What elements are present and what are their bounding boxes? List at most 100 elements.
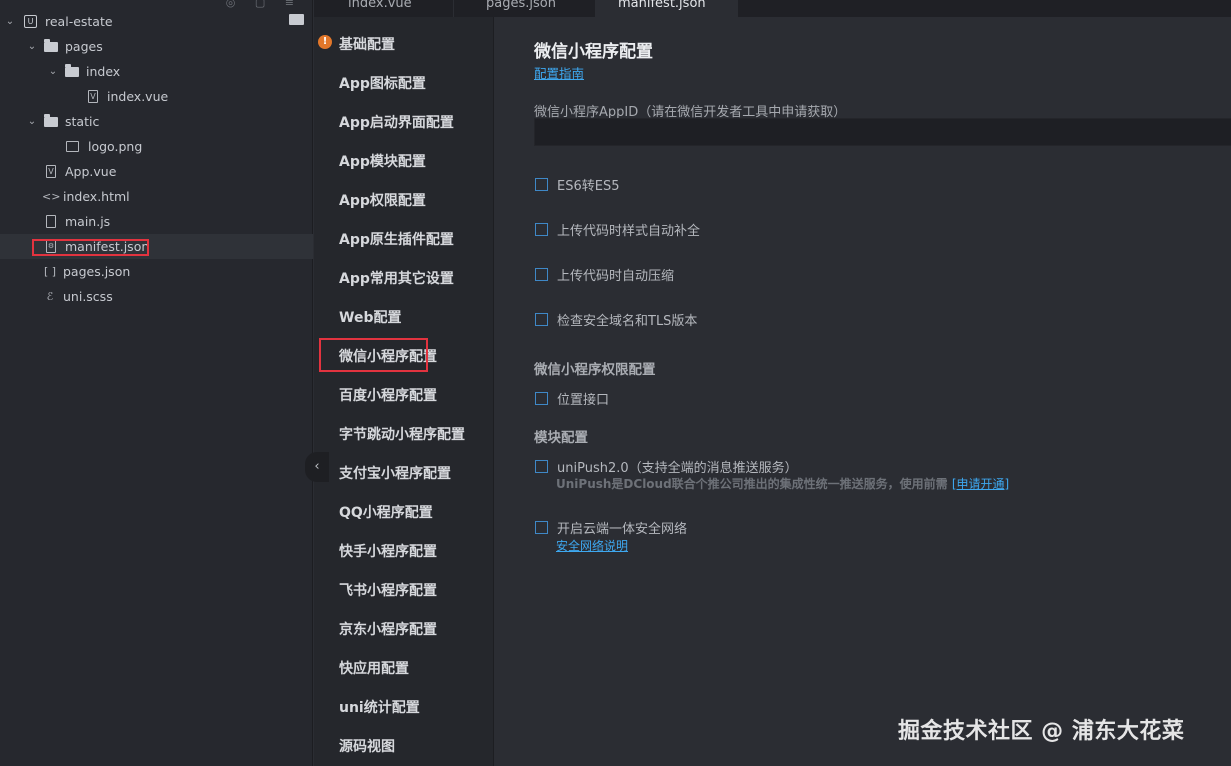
tab-label: manifest.json: [618, 0, 706, 11]
tree-file-app-vue[interactable]: V App.vue: [0, 159, 313, 184]
nav-item-app-other[interactable]: App常用其它设置: [339, 268, 454, 288]
option-style-autoprefix[interactable]: 上传代码时样式自动补全: [535, 220, 700, 239]
js-file-icon: [46, 215, 56, 228]
option-label: uniPush2.0（支持全端的消息推送服务）: [557, 461, 798, 476]
nav-item-jd[interactable]: 京东小程序配置: [339, 619, 437, 639]
tab-label: pages.json: [486, 0, 556, 11]
chevron-down-icon: ⌄: [27, 41, 37, 52]
chevron-down-icon: ⌄: [48, 66, 58, 77]
nav-item-web[interactable]: Web配置: [339, 307, 401, 327]
tree-item-label: uni.scss: [63, 289, 113, 304]
tree-item-label: pages.json: [63, 264, 131, 279]
code-file-icon: <>: [42, 190, 61, 203]
tree-folder-static[interactable]: ⌄ static: [0, 109, 313, 134]
nav-item-source-view[interactable]: 源码视图: [339, 736, 395, 756]
security-network-link[interactable]: 安全网络说明: [556, 537, 628, 554]
unipush-note: UniPush是DCloud联合个推公司推出的集成性统一推送服务，使用前需 [申…: [556, 475, 1009, 492]
nav-item-app-native-plugins[interactable]: App原生插件配置: [339, 229, 454, 249]
apply-link[interactable]: [申请开通]: [952, 477, 1009, 491]
tree-file-index-html[interactable]: <> index.html: [0, 184, 313, 209]
option-es6-to-es5[interactable]: ES6转ES5: [535, 175, 619, 194]
tree-folder-pages[interactable]: ⌄ pages: [0, 34, 313, 59]
option-label: ES6转ES5: [557, 179, 620, 194]
option-check-domain-tls[interactable]: 检查安全域名和TLS版本: [535, 310, 697, 329]
vue-file-icon: V: [88, 90, 98, 103]
vue-file-icon: V: [46, 165, 56, 178]
tab-label: index.vue: [348, 0, 412, 11]
nav-item-alipay[interactable]: 支付宝小程序配置: [339, 463, 451, 483]
option-label: 上传代码时自动压缩: [557, 269, 675, 284]
page-title: 微信小程序配置: [534, 42, 653, 62]
tab-pages-json[interactable]: pages.json: [455, 0, 594, 17]
checkbox[interactable]: [535, 392, 548, 405]
nav-item-feishu[interactable]: 飞书小程序配置: [339, 580, 437, 600]
tree-file-index-vue[interactable]: V index.vue: [0, 84, 313, 109]
permission-section-title: 微信小程序权限配置: [534, 362, 656, 378]
tree-file-logo-png[interactable]: logo.png: [0, 134, 313, 159]
tree-item-label: index.html: [63, 189, 130, 204]
checkbox[interactable]: [535, 521, 548, 534]
checkbox[interactable]: [535, 460, 548, 473]
nav-item-app-permissions[interactable]: App权限配置: [339, 190, 426, 210]
tree-item-label: real-estate: [45, 14, 113, 29]
tree-root-project[interactable]: ⌄ U real-estate: [0, 9, 313, 34]
tree-item-label: logo.png: [88, 139, 143, 154]
tree-file-uni-scss[interactable]: ℰ uni.scss: [0, 284, 313, 309]
settings-content: 微信小程序配置 配置指南 微信小程序AppID（请在微信开发者工具中申请获取） …: [495, 17, 1231, 766]
folder-icon: [44, 114, 58, 127]
nav-item-app-icon[interactable]: App图标配置: [339, 73, 426, 93]
chevron-down-icon: ⌄: [27, 116, 37, 127]
nav-item-uni-stat[interactable]: uni统计配置: [339, 697, 420, 717]
nav-item-bytedance[interactable]: 字节跳动小程序配置: [339, 424, 465, 444]
settings-nav: ! 基础配置 App图标配置 App启动界面配置 App模块配置 App权限配置…: [314, 17, 494, 766]
warning-icon: !: [318, 35, 332, 49]
tree-item-label: pages: [65, 39, 103, 54]
option-cloud-security[interactable]: 开启云端一体安全网络: [535, 518, 687, 537]
option-label: 上传代码时样式自动补全: [557, 224, 701, 239]
tree-folder-index[interactable]: ⌄ index: [0, 59, 313, 84]
nav-item-app-splash[interactable]: App启动界面配置: [339, 112, 454, 132]
nav-item-quickapp[interactable]: 快应用配置: [339, 658, 409, 678]
tree-file-pages-json[interactable]: [ ] pages.json: [0, 259, 313, 284]
checkbox[interactable]: [535, 223, 548, 236]
chevron-left-icon: ‹: [314, 459, 320, 474]
folder-icon: [65, 64, 79, 77]
tree-item-label: index: [86, 64, 121, 79]
option-location[interactable]: 位置接口: [535, 389, 609, 408]
nav-item-kuaishou[interactable]: 快手小程序配置: [339, 541, 437, 561]
option-label: 检查安全域名和TLS版本: [557, 314, 698, 329]
watermark: 掘金技术社区 @ 浦东大花菜: [898, 719, 1185, 744]
nav-item-app-modules[interactable]: App模块配置: [339, 151, 426, 171]
style-file-icon: ℰ: [46, 290, 54, 303]
nav-item-baidu[interactable]: 百度小程序配置: [339, 385, 437, 405]
json-file-icon: [ ]: [43, 265, 57, 278]
chevron-down-icon: ⌄: [5, 16, 15, 27]
tree-item-label: main.js: [65, 214, 111, 229]
project-icon: U: [24, 15, 37, 28]
checkbox[interactable]: [535, 268, 548, 281]
nav-item-qq[interactable]: QQ小程序配置: [339, 502, 433, 522]
checkbox[interactable]: [535, 178, 548, 191]
nav-item-basic[interactable]: 基础配置: [339, 34, 395, 54]
tree-file-main-js[interactable]: main.js: [0, 209, 313, 234]
file-explorer: ◎ ▢ ≡ ⌄ U real-estate ⌄ pages ⌄ index V …: [0, 0, 313, 766]
collapse-sidebar-button[interactable]: ‹: [305, 452, 329, 482]
tree-item-label: index.vue: [107, 89, 169, 104]
option-label: 开启云端一体安全网络: [557, 522, 688, 537]
tree-item-label: App.vue: [65, 164, 117, 179]
option-unipush[interactable]: uniPush2.0（支持全端的消息推送服务）: [535, 457, 798, 476]
option-label: 位置接口: [557, 393, 610, 408]
explorer-toolbar-icons[interactable]: ◎ ▢ ≡: [226, 0, 302, 9]
tab-index-vue[interactable]: index.vue: [314, 0, 454, 17]
option-minify[interactable]: 上传代码时自动压缩: [535, 265, 674, 284]
config-guide-link[interactable]: 配置指南: [534, 63, 584, 82]
highlight-box: [319, 338, 428, 372]
module-section-title: 模块配置: [534, 430, 588, 446]
appid-input[interactable]: [534, 118, 1231, 146]
checkbox[interactable]: [535, 313, 548, 326]
folder-icon: [44, 39, 58, 52]
tree-item-label: static: [65, 114, 100, 129]
tab-manifest-json[interactable]: manifest.json: [595, 0, 738, 17]
unipush-note-text: UniPush是DCloud联合个推公司推出的集成性统一推送服务，使用前需: [556, 477, 948, 491]
image-file-icon: [66, 141, 79, 152]
